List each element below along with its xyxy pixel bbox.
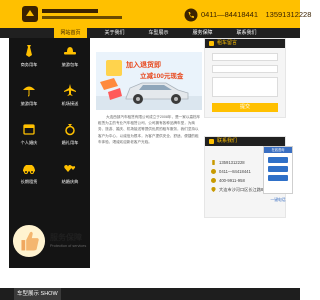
sidebar-tile-label: 个人婚庆 — [20, 140, 38, 145]
nav-cars[interactable]: 车型展示 — [142, 28, 175, 38]
sidebar-tile-airport[interactable]: 机场接送 — [50, 77, 90, 115]
banner-headline: 加入退货即 — [126, 62, 161, 69]
phone-icon — [211, 169, 216, 174]
sidebar-tile-label: 长期租赁 — [20, 179, 38, 184]
location-icon — [211, 187, 216, 192]
sidebar-tile-label: 旅游包车 — [61, 62, 79, 67]
top-bar: 0411—84418441 13591312228 — [0, 0, 311, 28]
contact-panel-header: 联系我们 — [205, 137, 285, 146]
online-consult-label: 在线咨询 — [264, 147, 292, 153]
service-guarantee[interactable]: 服务保障 Protection of services — [12, 224, 132, 260]
contact-icon — [209, 139, 214, 144]
booking-panel: 租车留言 提交 — [204, 38, 286, 118]
car-show-tab[interactable]: 车型展示 SHOW — [14, 288, 61, 300]
sidebar-tile-label: 商务用车 — [20, 62, 38, 67]
ring-icon — [65, 124, 75, 136]
contact-row-mobile: 13591312228 — [211, 159, 245, 166]
service-subtitle: Protection of services — [50, 244, 87, 248]
contact-hotline: 400-9911-958 — [219, 178, 245, 183]
booking-phone-field[interactable] — [212, 65, 278, 73]
nav-service[interactable]: 服务保障 — [186, 28, 219, 38]
booking-name-field[interactable] — [212, 53, 278, 61]
sidebar-tile-label: 机场接送 — [61, 101, 79, 106]
sidebar-tile-personal[interactable]: 个人婚庆 — [9, 116, 49, 154]
tie-icon — [26, 45, 32, 57]
sidebar-tile-celebration[interactable]: 结婚庆典 — [50, 155, 90, 193]
sidebar-tile-wedding[interactable]: 婚礼用车 — [50, 116, 90, 154]
main-nav: 网站首页 关于我们 车型展示 服务保障 联系我们 — [0, 28, 300, 38]
company-logo[interactable] — [22, 4, 172, 24]
booking-panel-header: 租车留言 — [205, 39, 285, 48]
sidebar-tile-long-term[interactable]: 长期租赁 — [9, 155, 49, 193]
banner-offer: 立减100元现金 — [140, 73, 184, 80]
plane-icon — [64, 84, 76, 96]
online-consult-widget: 在线咨询 — [263, 146, 293, 194]
qq-chat-button[interactable] — [268, 175, 288, 181]
sidebar-tile-tourism[interactable]: 旅游用车 — [9, 77, 49, 115]
thumbs-up-icon — [12, 224, 46, 258]
sidebar-tile-tour-charter[interactable]: 旅游包车 — [50, 38, 90, 76]
booking-message-field[interactable] — [212, 77, 278, 97]
qq-chat-button[interactable] — [268, 157, 288, 163]
mobile-icon — [212, 160, 215, 165]
qq-chat-button[interactable] — [268, 166, 288, 172]
booking-title: 租车留言 — [217, 40, 238, 46]
sidebar-tile-label: 婚礼用车 — [61, 140, 79, 145]
service-title: 服务保障 — [50, 233, 82, 242]
promo-banner[interactable]: 加入退货即 立减100元现金 — [96, 52, 202, 110]
car-icon — [23, 165, 35, 174]
sidebar-tile-label: 结婚庆典 — [61, 179, 79, 184]
about-text: 大连西部汽车租赁有限公司成立于2008年，是一家以高档车租赁为主的专业汽车租赁公… — [98, 115, 201, 144]
nav-contact[interactable]: 联系我们 — [230, 28, 263, 38]
contact-row-hotline: 400-9911-958 — [211, 177, 245, 184]
contact-title: 联系我们 — [217, 138, 238, 144]
contact-mobile: 13591312228 — [219, 160, 245, 165]
message-icon — [209, 41, 214, 46]
calendar-icon — [23, 124, 35, 135]
nav-about[interactable]: 关于我们 — [98, 28, 131, 38]
hat-icon — [64, 47, 76, 55]
sidebar-tile-business[interactable]: 商务用车 — [9, 38, 49, 76]
hearts-icon — [64, 164, 76, 172]
phone-icon — [184, 8, 198, 22]
bottom-bar: 车型展示 SHOW — [0, 288, 300, 300]
header-phone-numbers: 0411—84418441 13591312228 — [201, 10, 312, 19]
contact-phone: 0411—84418441 — [219, 169, 251, 174]
submit-button[interactable]: 提交 — [212, 103, 278, 112]
contact-row-phone: 0411—84418441 — [211, 168, 251, 175]
umbrella-icon — [23, 86, 35, 97]
nav-home[interactable]: 网站首页 — [54, 28, 87, 38]
call-button[interactable]: 一键电话 — [263, 196, 293, 204]
sidebar-tile-label: 旅游用车 — [20, 101, 38, 106]
phone-icon — [211, 178, 216, 183]
